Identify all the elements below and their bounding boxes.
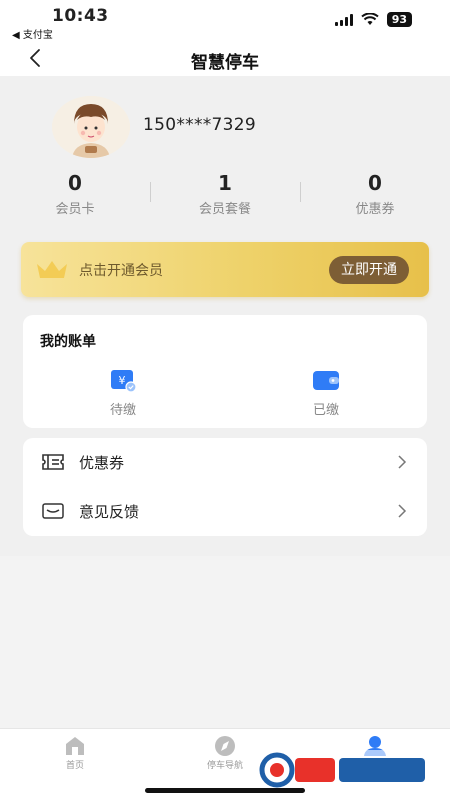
avatar[interactable] bbox=[52, 96, 130, 158]
tab-home[interactable]: 首页 bbox=[35, 735, 115, 771]
vip-banner-text: 点击开通会员 bbox=[79, 263, 163, 279]
menu-item-coupons[interactable]: 优惠券 bbox=[23, 438, 427, 487]
bill-item-label: 已缴 bbox=[312, 403, 339, 418]
user-phone-number: 150****7329 bbox=[143, 115, 257, 135]
bill-item-label: 待缴 bbox=[109, 403, 136, 418]
my-bills-card: 我的账单 ¥ 待缴 已缴 bbox=[23, 315, 427, 428]
status-time: 10:43 bbox=[52, 6, 109, 26]
bill-pending[interactable]: ¥ 待缴 bbox=[93, 367, 153, 418]
stat-value: 0 bbox=[368, 171, 382, 195]
svg-text:¥: ¥ bbox=[119, 374, 126, 387]
avatar-illustration bbox=[52, 96, 130, 158]
stat-label: 会员卡 bbox=[55, 202, 95, 217]
home-indicator bbox=[145, 788, 305, 793]
back-to-app-link[interactable]: ◀ 支付宝 bbox=[12, 26, 53, 41]
stat-value: 1 bbox=[218, 171, 232, 195]
wallet-icon bbox=[313, 371, 339, 390]
status-bar: 10:43 ◀ 支付宝 93 bbox=[0, 0, 450, 44]
cellular-signal-icon bbox=[334, 13, 353, 26]
menu-card: 优惠券 意见反馈 bbox=[23, 438, 427, 536]
coupon-icon bbox=[42, 454, 64, 470]
bill-paid[interactable]: 已缴 bbox=[296, 367, 356, 418]
navigation-bar: 智慧停车 bbox=[0, 44, 450, 76]
stat-member-card[interactable]: 0 会员卡 bbox=[0, 170, 150, 217]
home-icon bbox=[66, 737, 84, 755]
chevron-right-icon bbox=[398, 504, 407, 518]
tab-label: 首页 bbox=[65, 761, 84, 771]
page-title: 智慧停车 bbox=[191, 53, 259, 73]
activate-now-button[interactable]: 立即开通 bbox=[329, 256, 409, 284]
bills-title: 我的账单 bbox=[40, 334, 96, 350]
vip-membership-banner[interactable]: 点击开通会员 立即开通 bbox=[21, 242, 429, 297]
feedback-icon bbox=[42, 503, 64, 519]
status-indicators: 93 bbox=[334, 12, 412, 27]
menu-item-label: 意见反馈 bbox=[79, 503, 140, 521]
chevron-right-icon bbox=[398, 455, 407, 469]
menu-item-label: 优惠券 bbox=[79, 454, 125, 472]
stat-coupons[interactable]: 0 优惠券 bbox=[300, 170, 450, 217]
stat-label: 会员套餐 bbox=[198, 202, 251, 217]
pending-payment-icon: ¥ bbox=[111, 370, 137, 393]
stat-label: 优惠券 bbox=[355, 202, 395, 217]
stat-member-package[interactable]: 1 会员套餐 bbox=[150, 170, 300, 217]
battery-indicator: 93 bbox=[386, 12, 412, 27]
wifi-icon bbox=[361, 13, 379, 25]
stats-row: 0 会员卡 1 会员套餐 0 优惠券 bbox=[0, 170, 450, 220]
tab-parking-navigation[interactable]: 停车导航 bbox=[185, 735, 265, 771]
stat-value: 0 bbox=[68, 171, 82, 195]
tab-label: 停车导航 bbox=[206, 761, 243, 771]
crown-icon bbox=[37, 261, 67, 278]
watermark-logo bbox=[255, 750, 431, 790]
compass-icon bbox=[215, 736, 235, 756]
menu-item-feedback[interactable]: 意见反馈 bbox=[23, 487, 427, 536]
